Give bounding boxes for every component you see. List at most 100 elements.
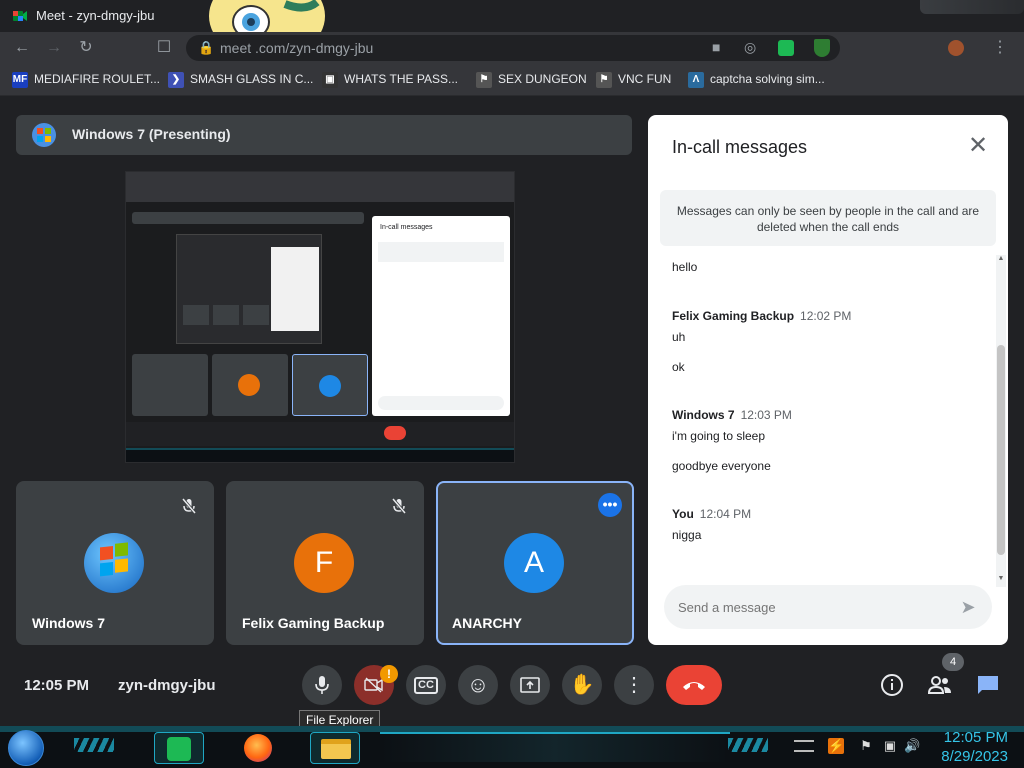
tab-title[interactable]: Meet - zyn-dmgy-jbu [36, 8, 154, 23]
people-icon[interactable] [927, 672, 953, 698]
cast-icon[interactable]: ◎ [744, 39, 756, 56]
message-text: uh [672, 330, 686, 344]
scroll-up-icon[interactable]: ▲ [997, 255, 1005, 262]
nested-browser-bar [126, 172, 514, 202]
browser-tab-bar: Meet - zyn-dmgy-jbu [0, 0, 1024, 60]
present-screen-button[interactable] [510, 665, 550, 705]
message-list: hello Felix Gaming Backup 12:02 PM uh ok … [648, 255, 996, 595]
nested-avatar [319, 375, 341, 397]
taskbar-app-file-explorer[interactable] [310, 732, 360, 764]
scroll-down-icon[interactable]: ▼ [997, 575, 1005, 582]
taskbar-app-firefox[interactable] [234, 732, 284, 764]
end-call-button[interactable] [666, 665, 722, 705]
emoji-button[interactable]: ☺ [458, 665, 498, 705]
message-compose: ➤ [664, 585, 992, 629]
message-sender: Felix Gaming Backup 12:02 PM [672, 309, 852, 323]
reload-icon[interactable]: ↻ [76, 38, 96, 58]
message-scrollbar[interactable]: ▲ ▼ [996, 255, 1006, 587]
mediafire-icon: MF [12, 72, 28, 88]
nested-tile-felix [212, 354, 288, 416]
network-icon[interactable]: ▣ [882, 738, 898, 754]
meeting-info-icon[interactable] [879, 672, 905, 698]
scroll-thumb[interactable] [997, 345, 1005, 555]
captions-button[interactable]: CC [406, 665, 446, 705]
triangle-icon: Λ [688, 72, 704, 88]
camera-warning-badge: ! [380, 665, 398, 683]
bookmark-dungeon[interactable]: ⚑ SEX DUNGEON [476, 72, 587, 88]
show-desktop-icon[interactable] [794, 740, 814, 752]
taskbar-center-decoration [380, 732, 730, 762]
message-input[interactable] [678, 598, 938, 616]
participant-tile-anarchy[interactable]: ••• A ANARCHY [436, 481, 634, 645]
messages-notice: Messages can only be seen by people in t… [660, 190, 996, 246]
forward-icon[interactable]: → [44, 38, 64, 58]
meet-favicon-icon [12, 8, 28, 24]
shared-screen-thumbnail[interactable]: In-call messages [125, 171, 515, 463]
bookmark-smash-glass[interactable]: ❯ SMASH GLASS IN C... [168, 72, 313, 88]
microphone-button[interactable] [302, 665, 342, 705]
nested-tile [213, 305, 239, 325]
chevron-icon: ❯ [168, 72, 184, 88]
taskbar: ⚡ ⚑ ▣ 🔊 12:05 PM 8/29/2023 [0, 726, 1024, 768]
bookmark-whats-the-pass[interactable]: ▣ WHATS THE PASS... [322, 72, 458, 88]
more-options-button[interactable]: ••• [598, 493, 622, 517]
mic-off-icon [390, 497, 408, 515]
bookmark-icon[interactable]: ☐ [154, 38, 174, 58]
taskbar-decoration [74, 738, 114, 752]
people-count-badge: 4 [942, 653, 964, 671]
close-icon[interactable]: ✕ [966, 134, 990, 159]
presenting-label: Windows 7 (Presenting) [72, 126, 231, 142]
tray-clock-time[interactable]: 12:05 PM [936, 729, 1008, 746]
nested-messages-panel: In-call messages [372, 216, 510, 416]
url-text[interactable]: meet .com/zyn-dmgy-jbu [220, 40, 373, 56]
flag-icon[interactable]: ⚑ [858, 738, 874, 754]
page-icon: ▣ [322, 72, 338, 88]
message-text: hello [672, 260, 698, 274]
back-icon[interactable]: ← [12, 38, 32, 58]
captions-icon: CC [414, 677, 438, 694]
volume-icon[interactable]: 🔊 [904, 738, 920, 754]
tray-clock-date[interactable]: 8/29/2023 [926, 748, 1008, 765]
start-button[interactable] [8, 730, 44, 766]
participant-name: Windows 7 [32, 615, 105, 631]
camera-indicator-icon[interactable]: ■ [712, 39, 720, 55]
mic-off-icon [180, 497, 198, 515]
chrome-menu-icon[interactable]: ⋮ [990, 38, 1010, 58]
bookmark-mediafire[interactable]: MF MEDIAFIRE ROULET... [12, 72, 160, 88]
send-icon[interactable]: ➤ [956, 595, 980, 619]
message-text: nigga [672, 528, 702, 542]
avatar: F [294, 533, 354, 593]
meet-main: Windows 7 (Presenting) In-call messages [0, 97, 1024, 726]
message-sender: You 12:04 PM [672, 507, 752, 521]
windows-logo-icon [32, 123, 56, 147]
nested-tile [183, 305, 209, 325]
message-text: ok [672, 360, 685, 374]
bookmark-captcha[interactable]: Λcaptcha solving sim... [688, 72, 825, 88]
participant-tile-felix[interactable]: F Felix Gaming Backup [226, 481, 424, 645]
minimize-window-button[interactable] [920, 0, 1024, 14]
ghost-icon: ⚑ [596, 72, 612, 88]
nested-screen [176, 234, 322, 344]
nested-taskbar [126, 448, 514, 462]
raise-hand-button[interactable]: ✋ [562, 665, 602, 705]
profile-avatar[interactable] [946, 38, 966, 58]
message-time: 12:02 PM [800, 309, 852, 323]
windows-logo-icon [84, 533, 144, 593]
folder-icon [321, 739, 351, 759]
more-options-button[interactable]: ⋮ [614, 665, 654, 705]
chat-icon[interactable] [975, 672, 1001, 698]
nested-avatar [238, 374, 260, 396]
bookmark-vnc-fun[interactable]: ⚑ VNC FUN [596, 72, 671, 88]
taskbar-app-spotify[interactable] [154, 732, 204, 764]
participant-tile-windows7[interactable]: Windows 7 [16, 481, 214, 645]
lock-icon: 🔒 [198, 40, 215, 55]
firefox-icon [244, 734, 272, 762]
tray-app-icon[interactable]: ⚡ [828, 738, 844, 754]
address-bar[interactable]: 🔒 meet .com/zyn-dmgy-jbu ■ ◎ [186, 35, 840, 61]
presentation-stage: In-call messages [16, 155, 632, 467]
extension-green-icon[interactable] [778, 40, 794, 56]
nested-notice [378, 242, 504, 262]
nested-presenting-bar [132, 212, 364, 224]
participant-name: Felix Gaming Backup [242, 615, 385, 631]
extension-shield-icon[interactable] [814, 39, 830, 57]
